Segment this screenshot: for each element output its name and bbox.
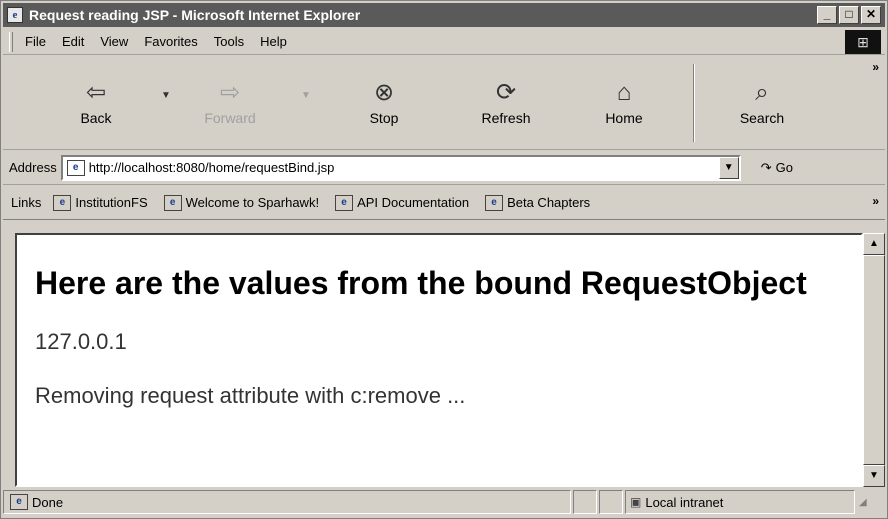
address-input[interactable]: e http://localhost:8080/home/requestBind…: [60, 154, 741, 181]
links-overflow-icon[interactable]: »: [872, 194, 879, 208]
status-pane: [573, 490, 597, 514]
resize-grip-icon[interactable]: ◢: [859, 497, 867, 508]
forward-arrow-icon: ⇨: [219, 79, 241, 106]
home-icon: ⌂: [616, 79, 632, 106]
menu-favorites[interactable]: Favorites: [136, 34, 205, 49]
page-icon: e: [335, 194, 354, 211]
link-beta-chapters[interactable]: e Beta Chapters: [485, 194, 591, 211]
maximize-button[interactable]: □: [839, 6, 859, 24]
windows-logo-icon: ⊞: [845, 30, 881, 54]
address-bar: Address e http://localhost:8080/home/req…: [3, 151, 885, 185]
page-heading: Here are the values from the bound Reque…: [35, 265, 807, 301]
refresh-label: Refresh: [481, 110, 531, 126]
standard-toolbar: ⇦ Back ▼ ⇨ Forward ▼ ⊗ Stop ⟳ Refresh ⌂ …: [3, 56, 885, 150]
page-icon: e: [163, 194, 182, 211]
back-button[interactable]: ⇦ Back: [53, 76, 139, 126]
menu-tools[interactable]: Tools: [206, 34, 252, 49]
menu-file[interactable]: File: [17, 34, 54, 49]
menu-edit[interactable]: Edit: [54, 34, 92, 49]
remove-message: Removing request attribute with c:remove…: [35, 383, 466, 408]
links-bar: Links e InstitutionFS e Welcome to Sparh…: [3, 186, 885, 220]
page-icon: e: [485, 194, 504, 211]
stop-label: Stop: [369, 110, 399, 126]
status-bar: e Done ▣ Local intranet ◢: [3, 488, 885, 516]
request-value: 127.0.0.1: [35, 329, 127, 354]
address-url[interactable]: http://localhost:8080/home/requestBind.j…: [89, 160, 335, 175]
page-icon: e: [66, 159, 85, 176]
scroll-down-icon[interactable]: ▼: [863, 465, 885, 487]
page-icon: e: [10, 494, 28, 510]
refresh-button[interactable]: ⟳ Refresh: [463, 76, 549, 126]
status-pane: [599, 490, 623, 514]
scroll-thumb[interactable]: [863, 255, 885, 465]
toolbar-overflow-icon[interactable]: »: [872, 60, 879, 74]
window-title: Request reading JSP - Microsoft Internet…: [29, 7, 361, 23]
intranet-icon: ▣: [630, 495, 642, 509]
stop-button[interactable]: ⊗ Stop: [341, 76, 427, 126]
minimize-button[interactable]: _: [817, 6, 837, 24]
forward-dropdown-icon[interactable]: ▼: [301, 90, 311, 101]
link-api-documentation[interactable]: e API Documentation: [335, 194, 470, 211]
search-label: Search: [739, 110, 785, 126]
stop-icon: ⊗: [373, 79, 395, 106]
home-label: Home: [605, 110, 643, 126]
menu-help[interactable]: Help: [252, 34, 295, 49]
address-dropdown-icon[interactable]: ▼: [718, 156, 739, 179]
toolbar-grip[interactable]: [9, 31, 13, 52]
title-bar: e Request reading JSP - Microsoft Intern…: [3, 3, 885, 27]
search-icon: ⌕: [755, 79, 769, 106]
vertical-scrollbar[interactable]: ▲ ▼: [863, 233, 885, 487]
links-label: Links: [11, 195, 42, 210]
go-label: Go: [775, 160, 793, 175]
back-label: Back: [80, 110, 112, 126]
security-zone-pane: ▣ Local intranet: [625, 490, 855, 514]
menu-bar: File Edit View Favorites Tools Help ⊞: [3, 29, 885, 55]
link-institutionfs[interactable]: e InstitutionFS: [53, 194, 148, 211]
page-icon: e: [53, 194, 72, 211]
status-text: Done: [32, 494, 64, 510]
back-dropdown-icon[interactable]: ▼: [161, 90, 171, 101]
home-button[interactable]: ⌂ Home: [581, 76, 667, 126]
menu-view[interactable]: View: [92, 34, 136, 49]
link-label: Beta Chapters: [507, 195, 591, 210]
refresh-icon: ⟳: [495, 79, 517, 106]
page-content: Here are the values from the bound Reque…: [15, 233, 863, 487]
go-button[interactable]: ↷ Go: [761, 160, 793, 176]
close-button[interactable]: ✕: [861, 6, 881, 24]
search-button[interactable]: ⌕ Search: [719, 76, 805, 126]
go-arrow-icon: ↷: [760, 159, 772, 175]
browser-window: e Request reading JSP - Microsoft Intern…: [0, 0, 888, 519]
toolbar-separator: [693, 64, 695, 142]
link-label: InstitutionFS: [75, 195, 148, 210]
link-label: API Documentation: [357, 195, 470, 210]
link-label: Welcome to Sparhawk!: [185, 195, 320, 210]
ie-page-icon: e: [7, 7, 23, 23]
zone-label: Local intranet: [645, 494, 724, 510]
back-arrow-icon: ⇦: [85, 79, 107, 106]
status-main-pane: e Done: [3, 490, 571, 514]
forward-button[interactable]: ⇨ Forward: [187, 76, 273, 126]
scroll-up-icon[interactable]: ▲: [863, 233, 885, 255]
forward-label: Forward: [204, 110, 256, 126]
document: Here are the values from the bound Reque…: [17, 263, 861, 409]
address-label: Address: [9, 160, 57, 175]
link-welcome-sparhawk[interactable]: e Welcome to Sparhawk!: [163, 194, 320, 211]
